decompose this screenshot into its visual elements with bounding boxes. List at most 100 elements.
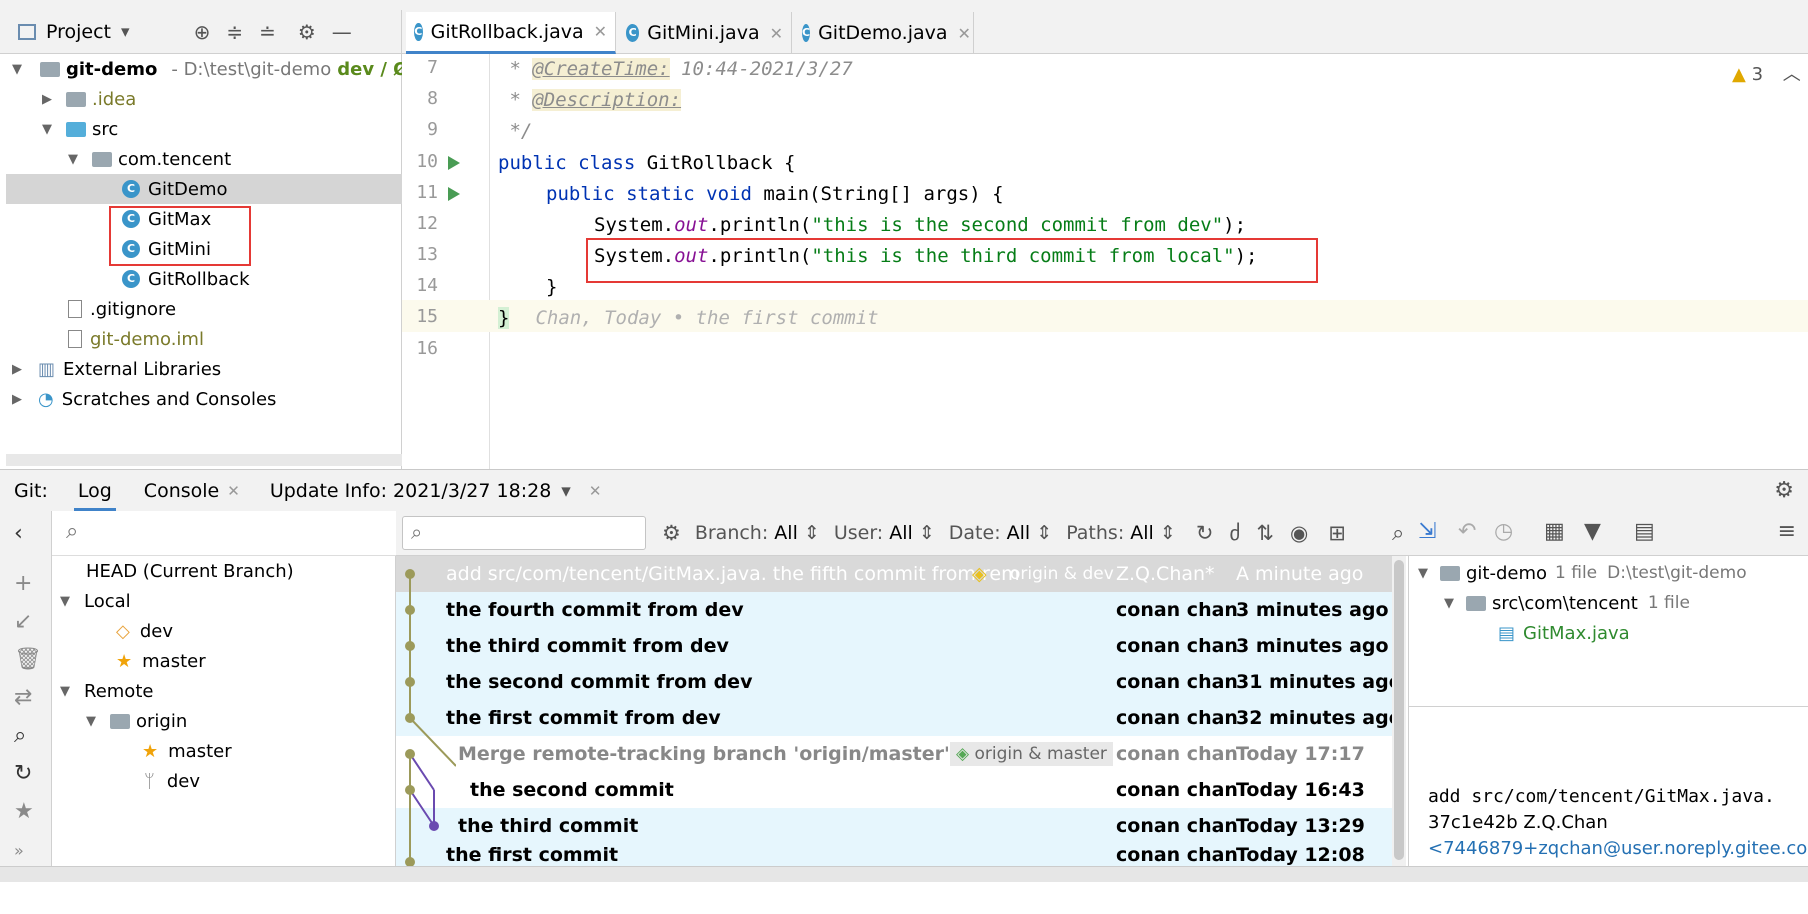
checkout-icon[interactable]: ↙ — [14, 609, 32, 634]
filter-icon[interactable]: ▼ — [1584, 519, 1601, 544]
locate-icon[interactable]: ⊕ — [194, 20, 211, 44]
favorite-icon[interactable]: ★ — [14, 799, 34, 824]
refresh-icon[interactable]: ↻ — [1196, 521, 1214, 545]
close-icon[interactable]: ✕ — [770, 24, 783, 43]
refresh-icon[interactable]: ↻ — [14, 761, 32, 786]
tree-item-label: git-demo.iml — [90, 328, 204, 350]
tab-gitmini[interactable]: C GitMini.java ✕ — [618, 12, 792, 54]
details-file[interactable]: ▤ GitMax.java — [1498, 618, 1630, 648]
details-folder[interactable]: ▼ src\com\tencent 1 file — [1444, 588, 1690, 618]
tree-item-external-libraries[interactable]: ▶ ▥ External Libraries — [12, 354, 221, 384]
chevron-down-icon[interactable]: ▾ — [561, 480, 571, 502]
close-icon[interactable]: ✕ — [958, 24, 971, 43]
run-icon[interactable] — [448, 187, 460, 201]
chevron-down-icon[interactable]: ▼ — [68, 152, 84, 167]
chevron-down-icon[interactable]: ▼ — [42, 122, 58, 137]
chevron-down-icon[interactable]: ▼ — [86, 714, 102, 729]
tree-item-package[interactable]: ▼ com.tencent — [68, 144, 231, 174]
chevron-left-icon[interactable]: ‹ — [14, 521, 23, 546]
inspection-widget[interactable]: ▲ 3 ︿ — [1732, 60, 1801, 86]
gear-icon[interactable]: ⚙ — [662, 521, 681, 545]
search-icon[interactable]: ⌕ — [14, 723, 26, 748]
commit-row[interactable]: the second commit from dev conan chan 31… — [396, 664, 1402, 700]
commit-row[interactable]: the second commit conan chan Today 16:43 — [396, 772, 1396, 808]
compare-icon[interactable]: ⇄ — [14, 685, 32, 710]
collapse-icon[interactable]: ≡ — [1778, 519, 1796, 544]
search-icon[interactable]: ⌕ — [1392, 521, 1404, 546]
project-panel-title[interactable]: Project — [46, 21, 111, 43]
branch-origin[interactable]: ▼ origin — [86, 706, 187, 736]
tree-item-scratches[interactable]: ▶ ◔ Scratches and Consoles — [12, 384, 276, 414]
delete-icon[interactable]: 🗑 — [14, 647, 42, 672]
new-tab-icon[interactable]: ⊞ — [1328, 521, 1346, 545]
run-icon[interactable] — [448, 156, 460, 170]
chevron-down-icon[interactable]: ▾ — [121, 22, 130, 42]
tree-item-iml[interactable]: git-demo.iml — [68, 324, 204, 354]
branch-local-master[interactable]: ★ master — [116, 646, 206, 676]
chevron-down-icon[interactable]: ▼ — [1444, 596, 1460, 611]
tab-log[interactable]: Log — [73, 480, 116, 511]
branch-search[interactable]: ⌕ — [52, 511, 396, 556]
branch-group-local[interactable]: ▼ Local — [60, 586, 131, 616]
branch-remote-dev[interactable]: ᛘ dev — [144, 766, 200, 796]
details-root[interactable]: ▼ git-demo 1 file D:\test\git-demo — [1418, 558, 1747, 588]
tab-update-info[interactable]: Update Info: 2021/3/27 18:28 — [270, 480, 551, 502]
branch-head[interactable]: HEAD (Current Branch) — [86, 556, 294, 586]
commit-row[interactable]: the third commit from dev conan chan 3 m… — [396, 628, 1396, 664]
branch-local-dev[interactable]: ◇ dev — [116, 616, 173, 646]
tree-item-gitrollback[interactable]: C GitRollback — [122, 264, 250, 294]
commit-row[interactable]: the first commit from dev conan chan 32 … — [396, 700, 1402, 736]
close-icon[interactable]: ✕ — [594, 22, 607, 41]
tree-item-idea[interactable]: ▶ .idea — [42, 84, 136, 114]
hide-icon[interactable]: — — [332, 20, 352, 44]
commit-row[interactable]: Merge remote-tracking branch 'origin/mas… — [396, 736, 1396, 772]
filter-paths[interactable]: Paths: All ⇕ — [1066, 522, 1176, 544]
sort-icon[interactable]: ⇅ — [1256, 521, 1274, 545]
chevron-down-icon[interactable]: ▼ — [60, 684, 76, 699]
commit-row[interactable]: the first commit conan chan Today 12:08 — [396, 844, 1396, 866]
more-icon[interactable]: » — [14, 841, 24, 860]
tab-console[interactable]: Console — [144, 480, 219, 502]
horizontal-scrollbar[interactable] — [6, 454, 402, 466]
filter-branch[interactable]: Branch: All ⇕ — [695, 522, 820, 544]
commit-row[interactable]: add src/com/tencent/GitMax.java. the fif… — [396, 556, 1396, 592]
filter-date[interactable]: Date: All ⇕ — [949, 522, 1052, 544]
commit-row[interactable]: the fourth commit from dev conan chan 3 … — [396, 592, 1396, 628]
commit-list-scrollbar[interactable] — [1392, 556, 1406, 882]
add-icon[interactable]: + — [14, 571, 32, 596]
tab-gitdemo[interactable]: C GitDemo.java ✕ — [794, 12, 974, 54]
project-view-icon[interactable] — [18, 24, 36, 40]
commit-author-email[interactable]: <7446879+zqchan@user.noreply.gitee.com — [1428, 838, 1808, 859]
tree-item-src[interactable]: ▼ src — [42, 114, 118, 144]
gear-icon[interactable]: ⚙ — [1774, 478, 1794, 503]
cherry-pick-icon[interactable]: ძ — [1229, 521, 1240, 545]
tab-gitrollback[interactable]: C GitRollback.java ✕ — [406, 12, 616, 54]
chevron-up-icon[interactable]: ︿ — [1783, 64, 1801, 85]
diff-icon[interactable]: ⇲ — [1418, 519, 1436, 544]
layout-icon[interactable]: ▤ — [1634, 519, 1655, 544]
close-icon[interactable]: ✕ — [589, 482, 602, 500]
collapse-all-icon[interactable]: ≐ — [259, 20, 276, 44]
tree-item-gitignore[interactable]: .gitignore — [68, 294, 176, 324]
gear-icon[interactable]: ⚙ — [298, 20, 316, 44]
chevron-right-icon[interactable]: ▶ — [12, 392, 28, 407]
chevron-right-icon[interactable]: ▶ — [42, 92, 58, 107]
expand-all-icon[interactable]: ≑ — [226, 20, 243, 44]
undo-icon[interactable]: ↶ — [1458, 519, 1476, 544]
commit-row[interactable]: the third commit conan chan Today 13:29 — [396, 808, 1396, 844]
chevron-right-icon[interactable]: ▶ — [12, 362, 28, 377]
tree-root[interactable]: ▼ git-demo - D:\test\git-demo dev / Ø — [12, 54, 408, 84]
filter-user[interactable]: User: All ⇕ — [834, 522, 935, 544]
chevron-down-icon[interactable]: ▼ — [60, 594, 76, 609]
group-icon[interactable]: ▦ — [1544, 519, 1565, 544]
chevron-down-icon[interactable]: ▼ — [1418, 566, 1434, 581]
branch-group-remote[interactable]: ▼ Remote — [60, 676, 153, 706]
history-icon[interactable]: ◷ — [1494, 519, 1513, 544]
branch-remote-master[interactable]: ★ master — [142, 736, 232, 766]
eye-icon[interactable]: ◉ — [1290, 521, 1308, 545]
close-icon[interactable]: ✕ — [227, 482, 240, 500]
log-search-input[interactable]: ⌕ — [402, 516, 646, 550]
tree-item-gitdemo[interactable]: C GitDemo — [6, 174, 402, 204]
scrollbar-thumb[interactable] — [1394, 560, 1404, 860]
chevron-down-icon[interactable]: ▼ — [12, 62, 28, 77]
